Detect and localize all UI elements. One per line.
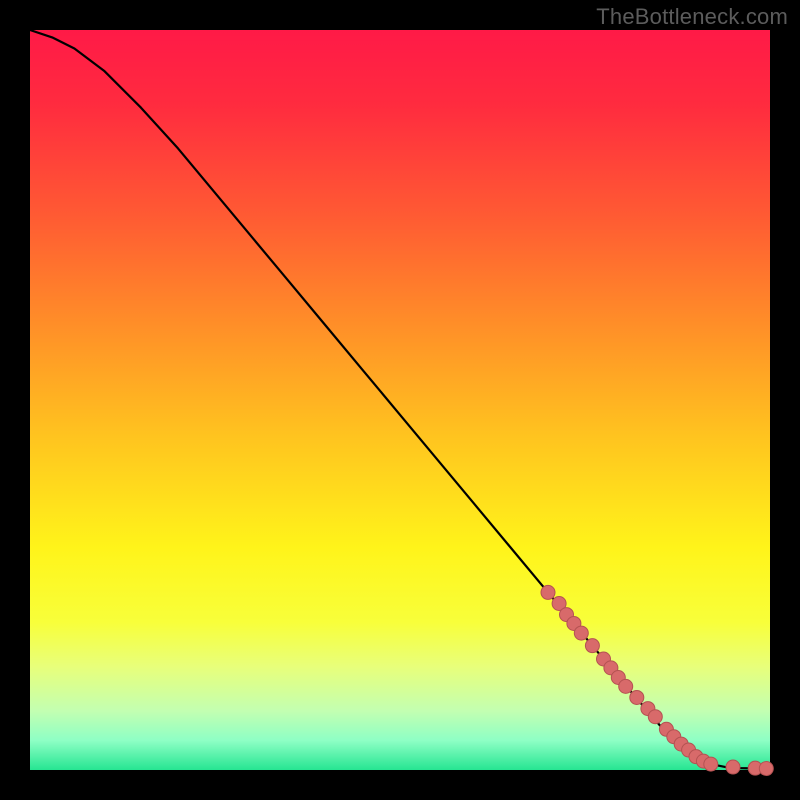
watermark-text: TheBottleneck.com bbox=[596, 4, 788, 30]
scatter-point bbox=[585, 639, 599, 653]
scatter-points bbox=[541, 585, 773, 775]
scatter-point bbox=[619, 679, 633, 693]
scatter-point bbox=[541, 585, 555, 599]
scatter-point bbox=[630, 690, 644, 704]
plot-area bbox=[30, 30, 770, 770]
scatter-point bbox=[704, 757, 718, 771]
scatter-point bbox=[759, 762, 773, 776]
scatter-point bbox=[726, 760, 740, 774]
chart-overlay bbox=[30, 30, 770, 770]
curve-line bbox=[30, 30, 770, 769]
scatter-point bbox=[574, 626, 588, 640]
scatter-point bbox=[648, 710, 662, 724]
chart-frame: TheBottleneck.com bbox=[0, 0, 800, 800]
